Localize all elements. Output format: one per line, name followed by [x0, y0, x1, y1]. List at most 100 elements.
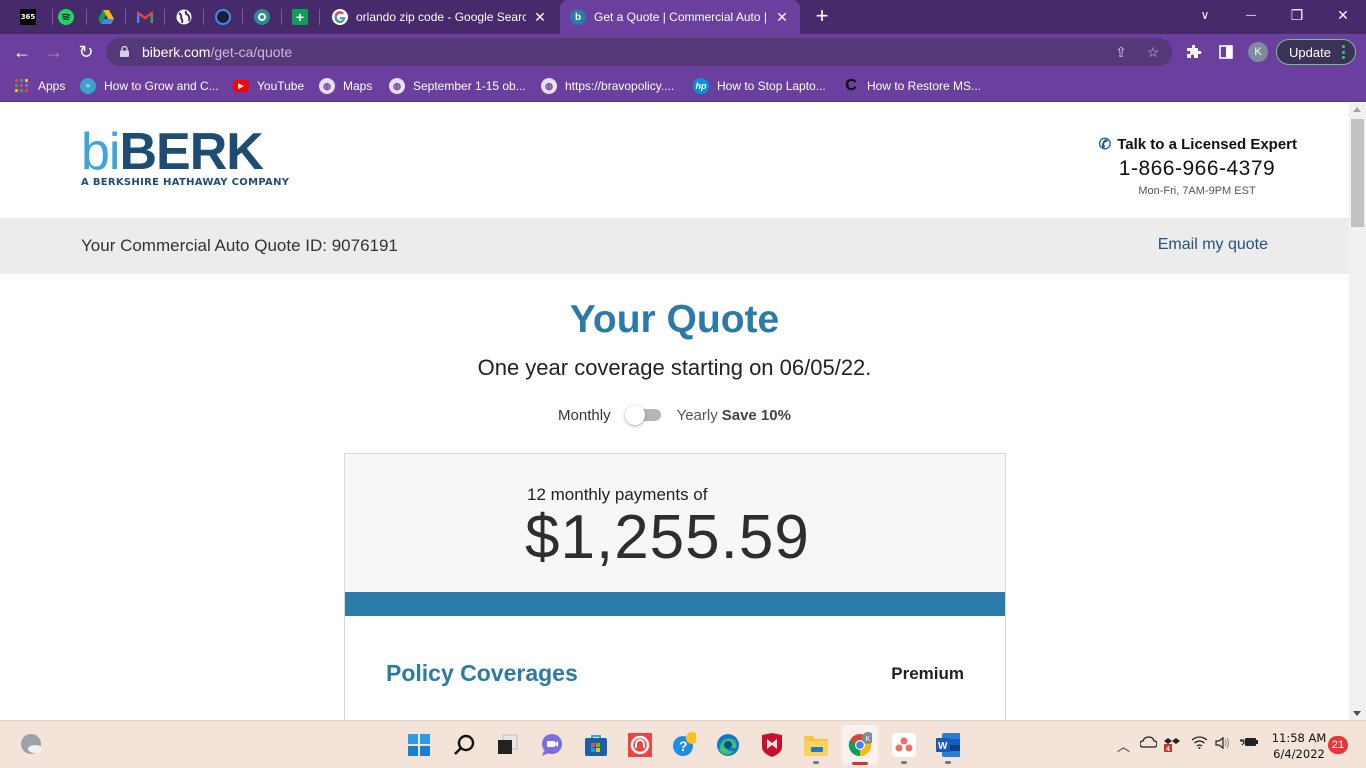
taskbar-asana[interactable]: [892, 733, 916, 757]
app-icon: [254, 9, 270, 25]
wifi-icon[interactable]: [1191, 736, 1208, 749]
help-icon: ?: [673, 732, 696, 756]
page-scrollbar[interactable]: [1349, 103, 1366, 720]
pinned-tab-drive[interactable]: [96, 7, 116, 27]
share-icon[interactable]: ⇪: [1112, 43, 1130, 61]
bookmark-maps[interactable]: ◍ Maps: [319, 76, 372, 96]
update-button[interactable]: Update: [1276, 39, 1356, 65]
onedrive-icon[interactable]: [1140, 736, 1157, 748]
restore-button[interactable]: ❐: [1274, 0, 1320, 30]
quote-id-bar: Your Commercial Auto Quote ID: 9076191 E…: [0, 218, 1349, 274]
minimize-button[interactable]: —: [1228, 0, 1274, 30]
bookmark-label: Apps: [38, 79, 66, 93]
classroom-icon: +: [292, 9, 308, 25]
profile-avatar[interactable]: K: [1248, 42, 1268, 62]
windows-taskbar: ? K W ︿ 4 11:58 AM 6/4/2022 21: [0, 720, 1366, 768]
pinned-tab-cortana[interactable]: [213, 7, 233, 27]
quote-id-text: Your Commercial Auto Quote ID: 9076191: [81, 236, 398, 255]
taskbar-chrome[interactable]: K: [848, 732, 872, 757]
taskbar-edge[interactable]: [716, 733, 740, 757]
tab-separator: [86, 9, 87, 25]
logo-tagline: A BERKSHIRE HATHAWAY COMPANY: [81, 177, 290, 188]
pinned-tab-m365[interactable]: 365: [18, 7, 38, 27]
taskbar-red-app[interactable]: [628, 733, 652, 757]
business-hours: Mon-Fri, 7AM-9PM EST: [1138, 185, 1256, 197]
reload-icon: ↻: [78, 41, 94, 62]
taskbar-search[interactable]: [452, 733, 476, 757]
yearly-label[interactable]: Yearly: [677, 407, 718, 424]
close-tab-icon[interactable]: ✕: [532, 9, 548, 26]
biberk-logo[interactable]: biBERK A BERKSHIRE HATHAWAY COMPANY: [81, 126, 290, 188]
quote-card: 12 monthly payments of $1,255.59 Policy …: [344, 453, 1006, 720]
pinned-tab-gmail[interactable]: [135, 7, 155, 27]
bookmark-youtube[interactable]: ▶ YouTube: [233, 76, 304, 96]
volume-icon[interactable]: [1215, 736, 1231, 750]
address-bar[interactable]: biberk.com/get-ca/quote ⇪ ☆: [106, 38, 1172, 66]
running-indicator: [813, 761, 819, 764]
system-clock[interactable]: 11:58 AM 6/4/2022: [1268, 730, 1330, 762]
side-panel-icon[interactable]: [1216, 42, 1236, 62]
phone-number[interactable]: 1-866-966-4379: [1097, 157, 1297, 181]
show-hidden-icons-chevron-icon[interactable]: ︿: [1117, 736, 1130, 755]
m365-icon: 365: [20, 9, 36, 25]
billing-frequency-toggle[interactable]: [624, 405, 663, 425]
svg-text:W: W: [938, 741, 948, 752]
close-tab-icon[interactable]: ✕: [774, 9, 790, 26]
restore-icon: ❐: [1290, 6, 1304, 23]
talk-to-expert-label: Talk to a Licensed Expert: [1117, 135, 1297, 153]
taskbar-file-explorer[interactable]: [804, 733, 828, 757]
search-icon: [454, 734, 475, 755]
weather-icon: [21, 734, 42, 754]
tab-google-search[interactable]: orlando zip code - Google Search ✕: [322, 0, 558, 34]
tab-biberk-quote[interactable]: b Get a Quote | Commercial Auto | biBERK…: [560, 0, 800, 34]
new-tab-button[interactable]: +: [810, 4, 834, 28]
payment-amount: $1,255.59: [525, 503, 810, 572]
dropbox-badge: 4: [1166, 746, 1170, 752]
red-app-icon: [628, 733, 652, 757]
weather-widget[interactable]: [20, 733, 44, 757]
chrome-icon: K: [848, 732, 872, 757]
notification-badge[interactable]: 21: [1328, 736, 1348, 754]
close-window-button[interactable]: ✕: [1320, 0, 1366, 30]
quote-price-panel: 12 monthly payments of $1,255.59: [345, 454, 1005, 592]
url-text: biberk.com/get-ca/quote: [142, 44, 292, 60]
bookmark-september[interactable]: ◍ September 1-15 ob...: [389, 76, 526, 96]
pinned-tab-web[interactable]: [174, 7, 194, 27]
bookmark-bravopolicy[interactable]: ◍ https://bravopolicy....: [541, 76, 674, 96]
tab-search-button[interactable]: ∨: [1182, 0, 1228, 30]
bookmark-label: How to Grow and C...: [104, 79, 219, 93]
tab-separator: [164, 9, 165, 25]
scroll-up-arrow-icon[interactable]: [1353, 107, 1361, 112]
bookmark-how-to-grow[interactable]: ≈ How to Grow and C...: [80, 76, 219, 96]
monthly-label[interactable]: Monthly: [558, 407, 611, 424]
tab-title: Get a Quote | Commercial Auto | biBERK: [594, 10, 768, 24]
scroll-thumb[interactable]: [1351, 119, 1364, 227]
taskbar-word[interactable]: W: [936, 733, 960, 757]
taskbar-start[interactable]: [407, 733, 431, 757]
contact-block: ✆ Talk to a Licensed Expert 1-866-966-437…: [1097, 135, 1297, 198]
bookmark-apps[interactable]: Apps: [14, 76, 65, 96]
forward-button[interactable]: →: [42, 40, 66, 64]
taskbar-mcafee[interactable]: [760, 733, 784, 757]
bookmark-restore-ms[interactable]: C How to Restore MS...: [843, 76, 981, 96]
toggle-knob: [624, 405, 645, 425]
back-button[interactable]: ←: [10, 40, 34, 64]
bookmark-hp[interactable]: hp How to Stop Lapto...: [693, 76, 826, 96]
store-icon: [585, 735, 607, 756]
email-quote-link[interactable]: Email my quote: [1158, 236, 1268, 254]
pinned-tab-classroom[interactable]: +: [290, 7, 310, 27]
scroll-down-arrow-icon[interactable]: [1353, 711, 1361, 716]
coverage-start-text: One year coverage starting on 06/05/22.: [477, 355, 872, 380]
dropbox-icon[interactable]: 4: [1164, 736, 1180, 752]
extensions-icon[interactable]: [1184, 42, 1204, 62]
pinned-tab-app[interactable]: [252, 7, 272, 27]
reload-button[interactable]: ↻: [74, 40, 98, 64]
taskbar-get-help[interactable]: ?: [672, 732, 696, 757]
bookmark-star-icon[interactable]: ☆: [1144, 43, 1162, 61]
taskbar-chat[interactable]: [540, 733, 564, 757]
battery-charging-icon[interactable]: [1240, 736, 1258, 748]
bookmark-label: How to Restore MS...: [867, 79, 982, 93]
taskbar-store[interactable]: [584, 733, 608, 757]
taskbar-task-view[interactable]: [496, 733, 520, 757]
pinned-tab-spotify[interactable]: [56, 7, 76, 27]
